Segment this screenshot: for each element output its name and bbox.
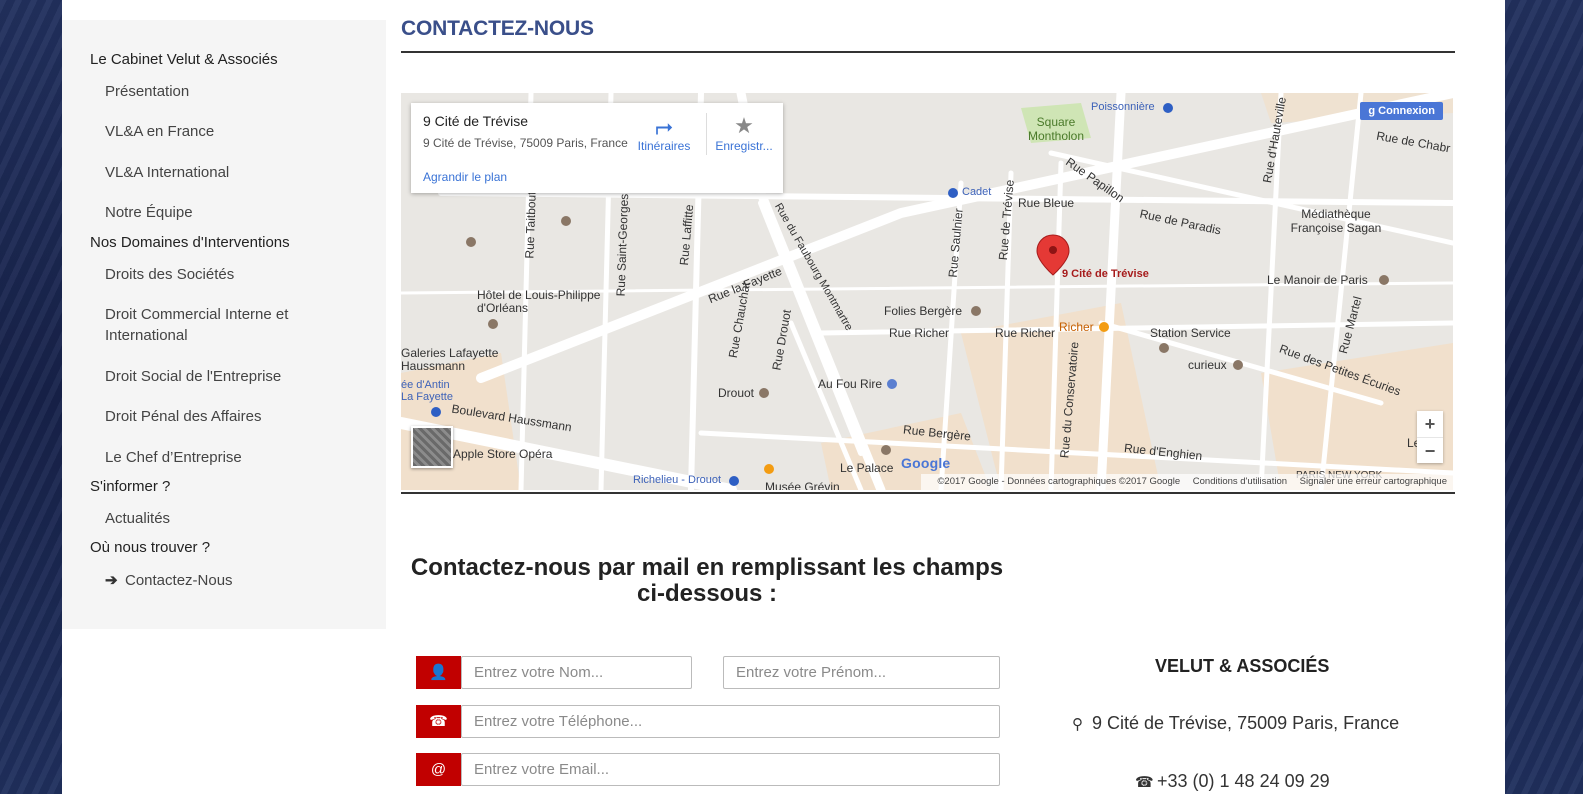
phone-line: ☎ +33 (0) 1 48 24 09 29 [1135, 771, 1330, 792]
map-terms-link[interactable]: Conditions d'utilisation [1193, 476, 1287, 487]
directions-button[interactable]: ⮣ Itinéraires [629, 113, 699, 153]
map-pin-label: 9 Cité de Trévise [1062, 268, 1149, 280]
google-logo: Google [901, 455, 951, 471]
background-left [0, 0, 62, 794]
map-label-richelieu: Richelieu - Drouot [633, 474, 722, 486]
map-card-separator [706, 113, 707, 155]
sidebar: Le Cabinet Velut & Associés Présentation… [62, 20, 386, 629]
map-divider [401, 492, 1455, 494]
map-label-galeries: Galeries Lafayette Haussmann [401, 346, 499, 373]
map-label-le-palace: Le Palace [840, 461, 894, 475]
connexion-button[interactable]: g Connexion [1360, 102, 1443, 120]
map-label-rue-taitbout: Rue Taitbout [522, 191, 539, 259]
address-text: 9 Cité de Trévise, 75009 Paris, France [1092, 713, 1400, 733]
map-card-address: 9 Cité de Trévise, 75009 Paris, France [423, 136, 628, 150]
map-label-la-fayette: La Fayette [401, 391, 453, 403]
zoom-out-button[interactable]: − [1417, 437, 1443, 463]
map-label-mediatheque: Médiathèque Françoise Sagan [1290, 207, 1382, 235]
map-marker-icon: ⚲ [1072, 716, 1083, 733]
sidebar-item-chef-entreprise[interactable]: Le Chef d’Entreprise [105, 447, 355, 468]
satellite-toggle[interactable] [411, 426, 453, 468]
save-button[interactable]: ★ Enregistr... [709, 113, 779, 153]
sidebar-item-actualites[interactable]: Actualités [105, 508, 355, 529]
email-input[interactable] [461, 753, 1000, 786]
sidebar-item-droit-penal[interactable]: Droit Pénal des Affaires [105, 406, 355, 427]
map-label-station: Station Service [1150, 326, 1231, 340]
connexion-label: Connexion [1378, 105, 1435, 117]
page-container: Le Cabinet Velut & Associés Présentation… [62, 0, 1505, 794]
sidebar-item-droit-commercial[interactable]: Droit Commercial Interne et Internationa… [105, 304, 355, 346]
sidebar-item-contactez-nous[interactable]: ➔ Contactez-Nous [105, 570, 355, 591]
user-icon: 👤 [416, 656, 461, 689]
sidebar-section-cabinet[interactable]: Le Cabinet Velut & Associés [90, 51, 278, 68]
map-card-title: 9 Cité de Trévise [423, 113, 529, 129]
telephone-input[interactable] [461, 705, 1000, 738]
map-label-richer: Richer [1059, 320, 1094, 334]
phone-icon-contact: ☎ [1135, 774, 1154, 791]
map-label-folies: Folies Bergère [884, 304, 963, 318]
map-zoom-controls: + − [1417, 411, 1443, 463]
map-info-card: 9 Cité de Trévise 9 Cité de Trévise, 750… [411, 103, 783, 193]
map-label-musee-grevin: Musée Grévin [765, 480, 840, 490]
title-divider [401, 51, 1455, 53]
page-title: CONTACTEZ-NOUS [401, 17, 594, 40]
sidebar-item-label: Contactez-Nous [125, 572, 233, 589]
map-copyright: ©2017 Google - Données cartographiques ©… [937, 476, 1181, 487]
map-label-cadet: Cadet [962, 186, 992, 198]
sidebar-item-vla-international[interactable]: VL&A International [105, 162, 355, 183]
map-label-manoir: Le Manoir de Paris [1267, 273, 1368, 287]
map-label-hotel-louis: Hôtel de Louis-Philippe d'Orléans [477, 288, 601, 315]
star-icon: ★ [734, 113, 754, 138]
sidebar-item-vla-france[interactable]: VL&A en France [105, 121, 355, 142]
sidebar-section-domaines[interactable]: Nos Domaines d'Interventions [90, 234, 290, 251]
sidebar-section-sinformer[interactable]: S'informer ? [90, 478, 170, 495]
map-report-link[interactable]: Signaler une erreur cartographique [1300, 476, 1447, 487]
sidebar-section-ou-trouver[interactable]: Où nous trouver ? [90, 539, 210, 556]
prenom-input[interactable] [723, 656, 1000, 689]
sidebar-item-droit-social[interactable]: Droit Social de l'Entreprise [105, 366, 355, 387]
sidebar-item-notre-equipe[interactable]: Notre Équipe [105, 202, 355, 223]
sidebar-item-droits-societes[interactable]: Droits des Sociétés [105, 264, 355, 285]
map-label-poissonniere: Poissonnière [1091, 101, 1155, 113]
phone-icon: ☎ [416, 705, 461, 738]
map-label-drouot: Drouot [718, 386, 755, 400]
map-label-chaussee-antin: ée d'Antin [401, 379, 450, 391]
map-label-curieux: curieux [1188, 358, 1227, 372]
map-label-apple: Apple Store Opéra [453, 447, 553, 461]
map-label-square-montholon: Square Montholon [1027, 115, 1085, 143]
phone-text[interactable]: +33 (0) 1 48 24 09 29 [1157, 771, 1330, 791]
map-enlarge-link[interactable]: Agrandir le plan [423, 170, 507, 184]
map-label-rue-bleue: Rue Bleue [1018, 196, 1075, 210]
map-attribution: ©2017 Google - Données cartographiques ©… [921, 474, 1453, 490]
arrow-right-icon: ➔ [105, 572, 118, 589]
at-icon: @ [416, 753, 461, 786]
zoom-in-button[interactable]: + [1417, 411, 1443, 437]
google-plus-icon: g [1368, 105, 1376, 117]
map-label-rue-richer: Rue Richer [889, 326, 950, 340]
form-heading: Contactez-nous par mail en remplissant l… [410, 554, 1004, 607]
map-label-rue-richer-east: Rue Richer [995, 326, 1056, 340]
save-label: Enregistr... [715, 139, 773, 153]
address-line: ⚲ 9 Cité de Trévise, 75009 Paris, France [1072, 713, 1399, 734]
directions-icon: ⮣ [655, 113, 673, 138]
sidebar-item-presentation[interactable]: Présentation [105, 81, 355, 102]
map-label-au-fou-rire: Au Fou Rire [818, 377, 883, 391]
nom-input[interactable] [461, 656, 692, 689]
google-map[interactable]: Poissonnière Square Montholon Cadet Rue … [401, 93, 1453, 490]
company-name: VELUT & ASSOCIÉS [1155, 656, 1330, 676]
directions-label: Itinéraires [637, 139, 691, 153]
background-right [1505, 0, 1583, 794]
